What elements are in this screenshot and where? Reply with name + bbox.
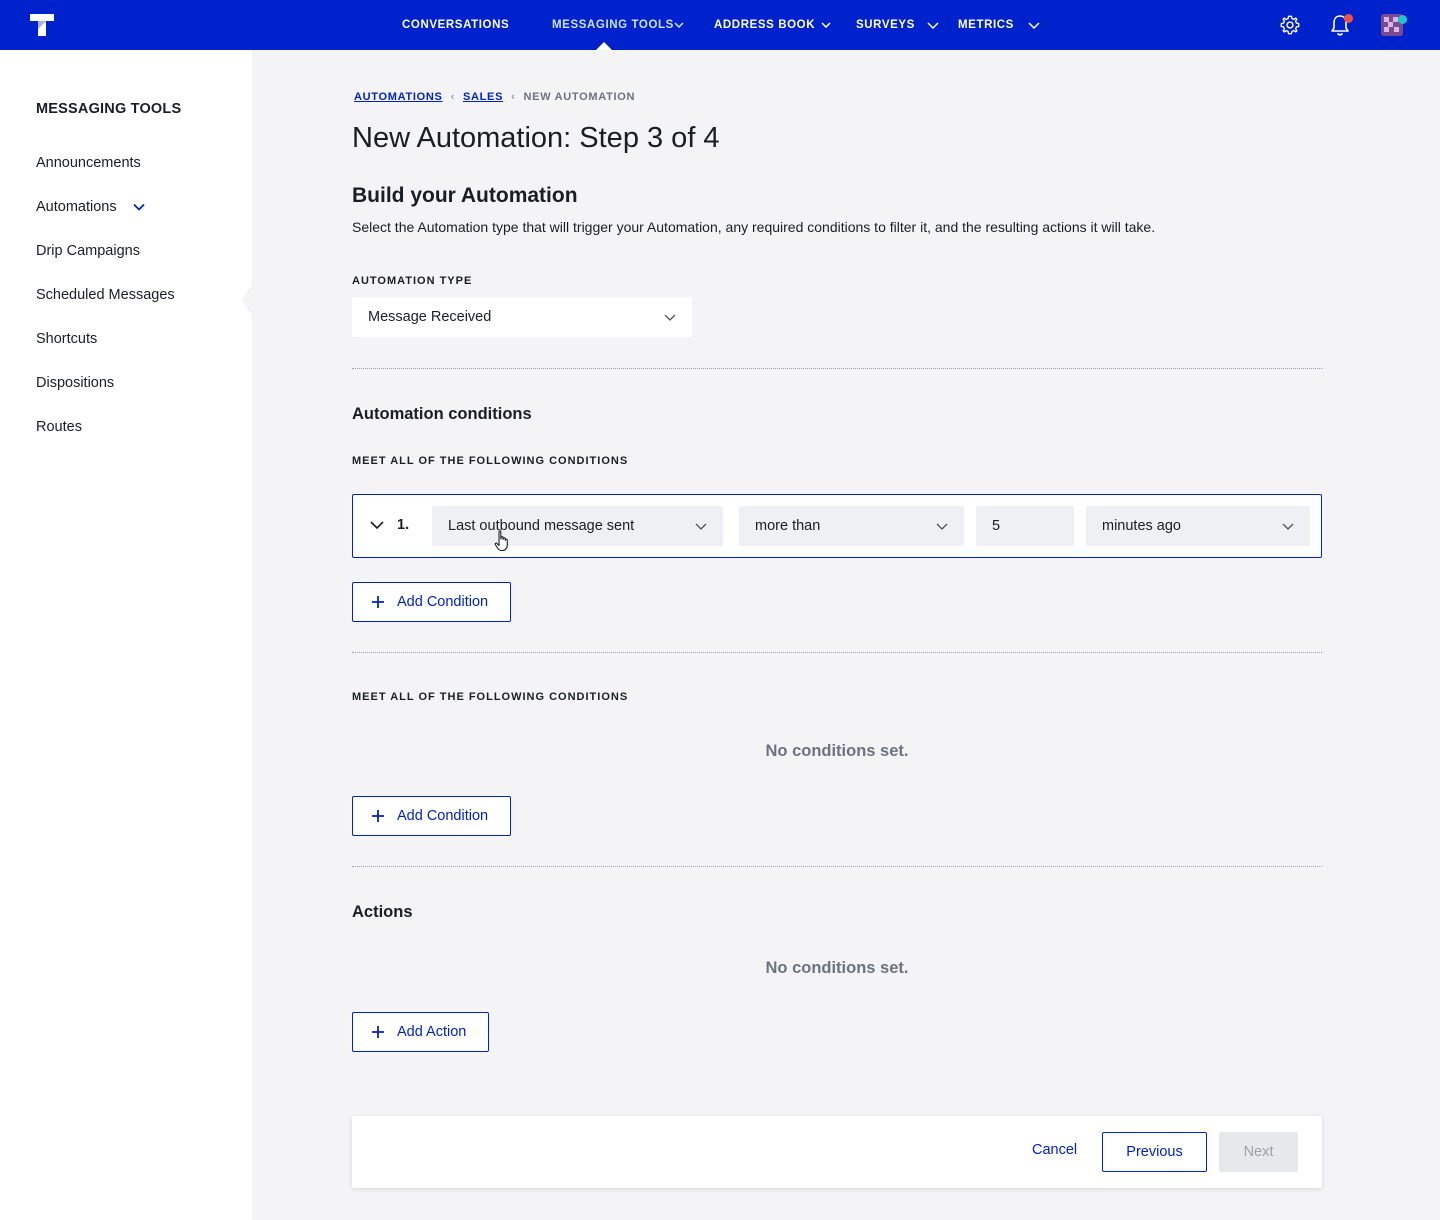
condition-value-input[interactable]: 5 (976, 506, 1074, 546)
nav-conversations[interactable]: CONVERSATIONS (402, 0, 509, 50)
active-tab-indicator (596, 42, 612, 50)
chevron-down-icon (674, 22, 684, 28)
sidebar-item-dispositions[interactable]: Dispositions (36, 375, 114, 391)
sidebar-item-label: Scheduled Messages (36, 287, 175, 303)
add-condition-button[interactable]: Add Condition (352, 582, 512, 622)
breadcrumb-sales[interactable]: SALES (463, 91, 503, 103)
condition-field-select[interactable]: Last outbound message sent (432, 506, 723, 546)
condition-group-1-label: MEET ALL OF THE FOLLOWING CONDITIONS (352, 455, 629, 467)
cancel-button[interactable]: Cancel (1032, 1142, 1077, 1158)
chevron-left-icon: ‹ (450, 91, 455, 103)
nav-address-book-label: ADDRESS BOOK (714, 19, 816, 31)
chevron-left-icon: ‹ (511, 91, 516, 103)
status-dot (1398, 15, 1407, 24)
automation-type-label: AUTOMATION TYPE (352, 275, 473, 287)
sidebar-collapse-notch (242, 284, 252, 316)
avatar[interactable] (1379, 12, 1407, 38)
add-condition-label: Add Condition (397, 594, 489, 610)
nav-surveys[interactable]: SURVEYS (856, 0, 939, 50)
actions-heading: Actions (352, 903, 413, 921)
section-divider (352, 652, 1322, 653)
page-title: New Automation: Step 3 of 4 (352, 122, 720, 154)
wizard-footer: Cancel Previous Next (352, 1116, 1322, 1188)
sidebar-item-label: Dispositions (36, 375, 115, 391)
nav-metrics[interactable]: METRICS (958, 0, 1040, 50)
sidebar-item-scheduled-messages[interactable]: Scheduled Messages (36, 287, 175, 303)
notification-dot (1344, 14, 1353, 23)
bell-icon[interactable] (1327, 12, 1353, 38)
brand-logo-icon[interactable] (28, 12, 56, 38)
condition-field-value: Last outbound message sent (448, 518, 635, 534)
nav-address-book[interactable]: ADDRESS BOOK (714, 0, 831, 50)
chevron-down-icon (1282, 523, 1294, 530)
sidebar-item-drip-campaigns[interactable]: Drip Campaigns (36, 243, 140, 259)
nav-surveys-label: SURVEYS (856, 19, 915, 31)
condition-number: 1. (397, 517, 410, 533)
breadcrumb: AUTOMATIONS ‹ SALES ‹ NEW AUTOMATION (354, 91, 635, 103)
sidebar-item-announcements[interactable]: Announcements (36, 155, 141, 171)
condition-operator-select[interactable]: more than (739, 506, 964, 546)
sidebar-title: MESSAGING TOOLS (36, 101, 182, 117)
nav-messaging-tools-label: MESSAGING TOOLS (552, 19, 674, 31)
sidebar-item-label: Announcements (36, 155, 141, 171)
plus-icon (372, 1026, 384, 1038)
chevron-down-icon (1028, 21, 1040, 29)
chevron-down-icon (936, 523, 948, 530)
add-action-label: Add Action (397, 1024, 467, 1040)
sidebar-item-label: Routes (36, 419, 82, 435)
sidebar-item-label: Shortcuts (36, 331, 98, 347)
section-divider (352, 368, 1322, 369)
section-title: Build your Automation (352, 184, 578, 207)
section-description: Select the Automation type that will tri… (352, 219, 1156, 235)
empty-conditions-text: No conditions set. (765, 742, 909, 760)
top-navigation-bar: CONVERSATIONS MESSAGING TOOLS ADDRESS BO… (0, 0, 1440, 50)
nav-metrics-label: METRICS (958, 19, 1014, 31)
conditions-heading: Automation conditions (352, 405, 532, 423)
chevron-down-icon (695, 523, 707, 530)
automation-type-select[interactable]: Message Received (352, 297, 692, 337)
add-condition-label: Add Condition (397, 808, 489, 824)
plus-icon (372, 596, 384, 608)
sidebar-item-routes[interactable]: Routes (36, 419, 82, 435)
settings-icon[interactable] (1277, 12, 1303, 38)
empty-actions-text: No conditions set. (765, 959, 909, 977)
automation-type-value: Message Received (368, 309, 492, 325)
add-condition-button[interactable]: Add Condition (352, 796, 512, 836)
previous-button[interactable]: Previous (1102, 1132, 1207, 1172)
next-button: Next (1219, 1132, 1298, 1172)
chevron-down-icon (664, 314, 676, 321)
condition-group-2-label: MEET ALL OF THE FOLLOWING CONDITIONS (352, 691, 629, 703)
plus-icon (372, 810, 384, 822)
chevron-down-icon (132, 203, 145, 211)
sidebar-item-label: Drip Campaigns (36, 243, 140, 259)
condition-unit-value: minutes ago (1102, 518, 1181, 534)
nav-conversations-label: CONVERSATIONS (402, 19, 510, 31)
chevron-down-icon (927, 21, 939, 29)
condition-operator-value: more than (755, 518, 821, 534)
sidebar-item-label: Automations (36, 199, 117, 215)
sidebar-item-shortcuts[interactable]: Shortcuts (36, 331, 97, 347)
section-divider (352, 866, 1322, 867)
add-action-button[interactable]: Add Action (352, 1012, 490, 1052)
nav-messaging-tools[interactable]: MESSAGING TOOLS (552, 0, 684, 50)
sidebar-item-automations[interactable]: Automations (36, 199, 145, 215)
chevron-down-icon[interactable] (369, 517, 385, 533)
sidebar: MESSAGING TOOLS Announcements Automation… (0, 50, 252, 1220)
condition-unit-select[interactable]: minutes ago (1086, 506, 1310, 546)
breadcrumb-current: NEW AUTOMATION (523, 91, 636, 103)
condition-value-text: 5 (992, 518, 1001, 534)
chevron-down-icon (821, 22, 831, 28)
breadcrumb-automations[interactable]: AUTOMATIONS (354, 91, 443, 103)
pointer-cursor-icon (494, 530, 510, 557)
